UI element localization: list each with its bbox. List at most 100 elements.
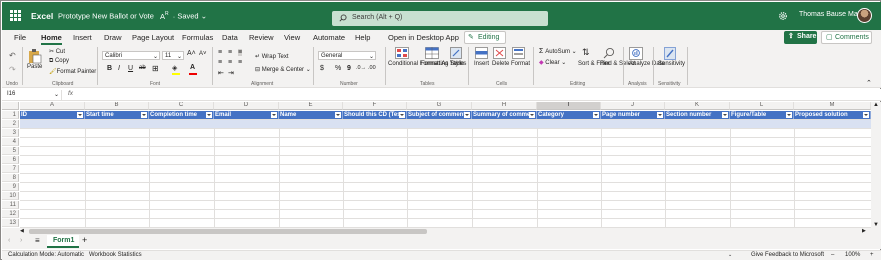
filter-dropdown-icon[interactable]: [722, 112, 728, 118]
cell-styles-icon[interactable]: [450, 47, 462, 59]
tab-draw[interactable]: Draw: [104, 33, 122, 42]
filter-dropdown-icon[interactable]: [399, 112, 405, 118]
underline-button[interactable]: U: [128, 65, 133, 72]
autosum-button[interactable]: Σ AutoSum ⌄: [539, 48, 577, 55]
sort-filter-icon[interactable]: ⇅: [582, 47, 590, 58]
filter-dropdown-icon[interactable]: [464, 112, 470, 118]
row-header-10[interactable]: 10: [2, 192, 19, 200]
column-header-e[interactable]: E: [279, 102, 343, 110]
vertical-scrollbar[interactable]: ▲ ▼: [871, 102, 881, 228]
delete-cells-icon[interactable]: [493, 47, 506, 59]
filter-dropdown-icon[interactable]: [206, 112, 212, 118]
column-header-b[interactable]: B: [85, 102, 149, 110]
table-header-cell[interactable]: Category: [537, 111, 601, 119]
tab-home[interactable]: Home: [41, 33, 62, 45]
cell-styles-button[interactable]: Styles: [450, 61, 466, 67]
bold-button[interactable]: B: [107, 65, 112, 72]
sensitivity-button[interactable]: Sensitivity: [658, 61, 685, 67]
column-header-l[interactable]: L: [730, 102, 794, 110]
gear-icon[interactable]: [778, 11, 788, 21]
open-desktop-app-link[interactable]: Open in Desktop App: [388, 33, 459, 42]
scroll-left-icon[interactable]: ◀: [20, 228, 24, 234]
decrease-decimal-icon[interactable]: .00: [368, 65, 376, 71]
filter-dropdown-icon[interactable]: [863, 112, 869, 118]
zoom-in-icon[interactable]: +: [870, 252, 874, 258]
font-color-icon[interactable]: A: [190, 64, 195, 71]
tab-insert[interactable]: Insert: [73, 33, 92, 42]
tab-data[interactable]: Data: [222, 33, 238, 42]
align-middle-icon[interactable]: ≡: [228, 49, 232, 56]
table-header-cell[interactable]: Should this CD (Test: [343, 111, 407, 119]
tab-help[interactable]: Help: [355, 33, 370, 42]
row-header-8[interactable]: 8: [2, 174, 19, 182]
app-launcher-icon[interactable]: [10, 10, 21, 21]
increase-font-icon[interactable]: A˄: [187, 50, 196, 57]
tab-page-layout[interactable]: Page Layout: [132, 33, 174, 42]
filter-dropdown-icon[interactable]: [271, 112, 277, 118]
insert-cells-icon[interactable]: [475, 47, 488, 59]
zoom-out-icon[interactable]: –: [831, 252, 834, 258]
row-header-9[interactable]: 9: [2, 183, 19, 191]
select-all-corner[interactable]: [2, 102, 19, 110]
column-header-k[interactable]: K: [665, 102, 730, 110]
fill-color-icon[interactable]: ◈: [172, 64, 177, 72]
conditional-formatting-icon[interactable]: [395, 47, 409, 59]
editing-mode-dropdown[interactable]: ✎ Editing: [464, 31, 506, 44]
decrease-font-icon[interactable]: A˅: [199, 51, 207, 57]
row-header-13[interactable]: 13: [2, 219, 19, 227]
format-painter-button[interactable]: 🖌Format Painter: [49, 68, 96, 75]
row-header-5[interactable]: 5: [2, 147, 19, 155]
clear-button[interactable]: ◆ Clear ⌄: [539, 59, 566, 66]
add-sheet-button[interactable]: +: [82, 235, 87, 245]
row-header-3[interactable]: 3: [2, 129, 19, 137]
sensitivity-icon[interactable]: [664, 47, 676, 60]
insert-cells-button[interactable]: Insert: [474, 61, 489, 67]
column-header-f[interactable]: F: [343, 102, 407, 110]
avatar[interactable]: [857, 8, 872, 23]
row-header-12[interactable]: 12: [2, 210, 19, 218]
name-box[interactable]: I16 ⌄: [6, 90, 62, 100]
all-sheets-icon[interactable]: ≡: [35, 236, 40, 245]
column-header-d[interactable]: D: [214, 102, 279, 110]
table-header-cell[interactable]: Figure/Table: [730, 111, 794, 119]
tab-automate[interactable]: Automate: [313, 33, 345, 42]
table-header-cell[interactable]: Page number: [601, 111, 665, 119]
scroll-up-icon[interactable]: ▲: [873, 102, 879, 108]
filter-dropdown-icon[interactable]: [77, 112, 83, 118]
delete-cells-button[interactable]: Delete: [492, 61, 509, 67]
format-as-table-icon[interactable]: [425, 47, 439, 59]
column-header-c[interactable]: C: [149, 102, 214, 110]
prev-sheet-icon[interactable]: ‹: [8, 237, 10, 244]
align-center-icon[interactable]: ≡: [228, 59, 232, 66]
collapse-ribbon-icon[interactable]: ⌃: [866, 79, 872, 87]
filter-dropdown-icon[interactable]: [335, 112, 341, 118]
tab-review[interactable]: Review: [249, 33, 274, 42]
table-header-cell[interactable]: Start time: [85, 111, 149, 119]
column-header-j[interactable]: J: [601, 102, 665, 110]
tab-file[interactable]: File: [14, 33, 26, 42]
increase-decimal-icon[interactable]: .0→: [356, 65, 366, 71]
row-header-11[interactable]: 11: [2, 201, 19, 209]
column-header-a[interactable]: A: [20, 102, 85, 110]
fx-icon[interactable]: fx: [68, 90, 73, 97]
comma-style-button[interactable]: 9: [347, 65, 351, 72]
paste-button[interactable]: Paste: [27, 64, 42, 70]
filter-dropdown-icon[interactable]: [786, 112, 792, 118]
feedback-link[interactable]: Give Feedback to Microsoft: [751, 252, 824, 258]
row-header-1[interactable]: 1: [2, 111, 19, 119]
scroll-right-icon[interactable]: ▶: [862, 228, 866, 234]
decrease-indent-icon[interactable]: ⇤: [218, 69, 224, 77]
table-header-cell[interactable]: Completion time: [149, 111, 214, 119]
share-button[interactable]: ⇪ Share: [784, 31, 817, 44]
filter-dropdown-icon[interactable]: [529, 112, 535, 118]
formula-input[interactable]: [82, 90, 877, 100]
calculation-mode[interactable]: Calculation Mode: Automatic: [8, 252, 84, 258]
paste-icon[interactable]: [28, 48, 42, 64]
redo-icon[interactable]: ↷: [9, 65, 16, 74]
sheet-tab-form1[interactable]: Form1: [47, 235, 79, 248]
tab-view[interactable]: View: [284, 33, 300, 42]
spreadsheet-grid[interactable]: ABCDEFGHIJKLM 1 2 3 4 5 6 7 8 9 10 11 12 13 ID Start …: [2, 102, 881, 228]
analyze-data-icon[interactable]: [629, 47, 643, 60]
wrap-text-button[interactable]: ↵ Wrap Text: [255, 53, 289, 60]
horizontal-scrollbar[interactable]: ◀ ▶: [2, 228, 881, 235]
